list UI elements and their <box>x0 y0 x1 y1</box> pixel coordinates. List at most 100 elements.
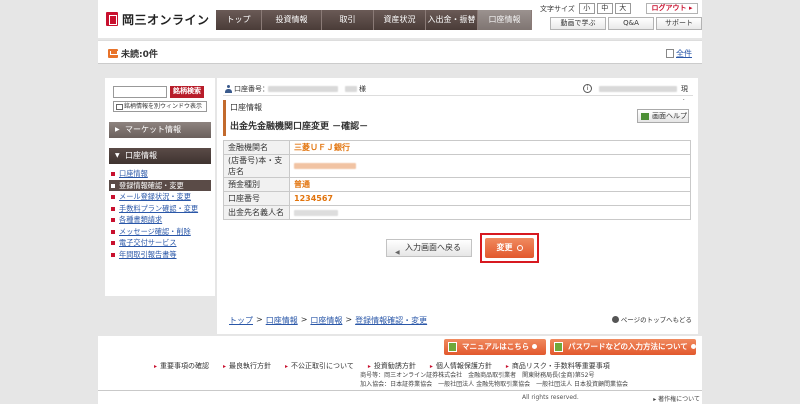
sidebar-item-0[interactable]: 口座情報 <box>109 168 211 180</box>
all-link-label: 全件 <box>676 49 692 58</box>
page: 岡三オンライン トップ 投資情報 取引 資産状況 入出金・振替 口座情報 文字サイズ 小 … <box>0 0 800 404</box>
breadcrumb-link-2[interactable]: 口座情報 <box>310 315 342 326</box>
masked-datetime <box>599 86 677 92</box>
footer-links: 重要事項の確認 最良執行方針 不公正取引について 投資勧誘方針 個人情報保護方針 商品リス… <box>154 361 610 371</box>
breadcrumb-link-3[interactable]: 登録情報確認・変更 <box>355 315 427 326</box>
sidebar-item-6[interactable]: 電子交付サービス <box>109 237 211 249</box>
sidebar-item-3[interactable]: 手数料プラン確認・変更 <box>109 203 211 215</box>
help-icon <box>641 113 649 120</box>
breadcrumb-link-1[interactable]: 口座情報 <box>266 315 298 326</box>
section-title: 口座情報 <box>230 103 262 112</box>
support-button[interactable]: サポート <box>656 17 702 30</box>
row-label: (店番号)本・支店名 <box>223 154 290 178</box>
row-label: 金融機関名 <box>223 140 290 155</box>
logo[interactable]: 岡三オンライン <box>106 10 210 28</box>
sidebar-item-1[interactable]: 登録情報確認・変更 <box>109 179 211 191</box>
footer-link-5[interactable]: 商品リスク・手数料等重要事項 <box>506 361 610 371</box>
nav-tab-0[interactable]: トップ <box>216 10 262 30</box>
mail-icon <box>108 49 118 58</box>
table-row: 預金種別 普通 <box>223 177 691 192</box>
nav-tab-5[interactable]: 口座情報 <box>478 10 532 30</box>
row-value: 三菱ＵＦＪ銀行 <box>289 140 691 155</box>
table-row: 口座番号 1234567 <box>223 191 691 206</box>
sidebar-item-5[interactable]: メッセージ確認・削除 <box>109 226 211 238</box>
confirmation-table: 金融機関名 三菱ＵＦＪ銀行 (店番号)本・支店名 預金種別 普通 口座番号 1234567 出… <box>223 140 691 220</box>
copyright-text: All rights reserved. <box>522 394 579 401</box>
info-icon[interactable]: i <box>583 84 592 93</box>
account-number-label: 口座番号： <box>234 85 269 93</box>
logout-button[interactable]: ログアウト ▸ <box>646 3 698 14</box>
document-icon <box>666 49 674 58</box>
copyright-bar: All rights reserved. ▸ 著作権について <box>98 390 702 404</box>
font-size-small-button[interactable]: 小 <box>578 3 595 14</box>
font-size-large-button[interactable]: 大 <box>614 3 631 14</box>
nav-tab-4[interactable]: 入出金・振替 <box>426 10 478 30</box>
table-row: 出金先名義人名 <box>223 205 691 220</box>
triangle-left-icon: ◀ <box>395 249 400 256</box>
go-icon <box>532 344 538 349</box>
unread-count[interactable]: 未読:0件 <box>108 47 158 60</box>
table-row: (店番号)本・支店名 <box>223 154 691 178</box>
font-size-medium-button[interactable]: 中 <box>596 3 613 14</box>
registration-line-1: 商号等：岡三オンライン証券株式会社 金融商品取引業者 関東財務局長(金商)第52… <box>360 372 595 379</box>
market-info-label: マーケット情報 <box>125 125 181 134</box>
page-title-block: 口座情報 出金先金融機関口座変更 －確認－ 画面ヘルプ <box>223 100 693 136</box>
account-bar: 口座番号： 様 i 現在 <box>223 82 693 107</box>
manual-label: マニュアルはこちら <box>462 342 530 351</box>
change-button[interactable]: 変更 <box>485 238 534 258</box>
breadcrumb: トップ > 口座情報 > 口座情報 > 登録情報確認・変更 <box>229 315 427 326</box>
back-to-input-button[interactable]: ◀ 入力画面へ戻る <box>386 239 472 257</box>
stock-search-row: 銘柄検索 <box>113 86 204 98</box>
font-size-label: 文字サイズ <box>540 4 575 13</box>
help-label: 画面ヘルプ <box>652 112 687 120</box>
footer-link-1[interactable]: 最良執行方針 <box>223 361 271 371</box>
footer-link-0[interactable]: 重要事項の確認 <box>154 361 209 371</box>
password-label: パスワードなどの入力方法について <box>568 342 688 351</box>
copyright-link[interactable]: ▸ 著作権について <box>653 394 700 403</box>
screen-help-button[interactable]: 画面ヘルプ <box>637 109 689 123</box>
row-label: 口座番号 <box>223 191 290 206</box>
footer-link-3[interactable]: 投資勧誘方針 <box>368 361 416 371</box>
honorific: 様 <box>359 85 366 93</box>
breadcrumb-separator: > <box>256 315 263 324</box>
go-icon <box>690 344 696 349</box>
chevron-right-icon: ▶ <box>115 126 120 133</box>
all-messages-link[interactable]: 全件 <box>666 48 692 59</box>
nav-tab-2[interactable]: 取引 <box>322 10 374 30</box>
change-label: 変更 <box>496 243 513 252</box>
breadcrumb-link-0[interactable]: トップ <box>229 315 253 326</box>
nav-tab-3[interactable]: 資産状況 <box>374 10 426 30</box>
book-icon <box>448 342 457 352</box>
sidebar-item-7[interactable]: 年間取引報告書等 <box>109 249 211 261</box>
nav-tab-1[interactable]: 投資情報 <box>262 10 322 30</box>
footer-link-2[interactable]: 不公正取引について <box>285 361 354 371</box>
sidebar-item-4[interactable]: 各種書類請求 <box>109 214 211 226</box>
password-help-button[interactable]: パスワードなどの入力方法について <box>550 339 696 355</box>
page-top-link[interactable]: ページのトップへもどる <box>611 314 692 324</box>
video-learn-button[interactable]: 動画で学ぶ <box>550 17 606 30</box>
breadcrumb-separator: > <box>300 315 308 324</box>
sidebar-item-2[interactable]: メール登録状況・変更 <box>109 191 211 203</box>
logout-label: ログアウト <box>651 4 687 12</box>
page-title: 出金先金融機関口座変更 －確認－ <box>230 122 369 132</box>
person-icon <box>225 85 232 93</box>
market-info-header[interactable]: ▶ マーケット情報 <box>109 122 211 138</box>
stock-window-button[interactable]: 銘柄情報を別ウィンドウ表示 <box>113 101 207 112</box>
stock-search-button[interactable]: 銘柄検索 <box>170 86 204 98</box>
masked-account-number <box>268 86 338 92</box>
row-value <box>289 154 691 178</box>
manual-button[interactable]: マニュアルはこちら <box>444 339 546 355</box>
footer-link-4[interactable]: 個人情報保護方針 <box>430 361 492 371</box>
table-row: 金融機関名 三菱ＵＦＪ銀行 <box>223 140 691 155</box>
qa-button[interactable]: Q&A <box>608 17 654 30</box>
back-label: 入力画面へ戻る <box>405 243 461 252</box>
stock-search-input[interactable] <box>113 86 167 98</box>
masked-value <box>294 209 338 216</box>
row-value <box>289 205 691 220</box>
masked-account-name <box>345 86 357 92</box>
account-info-header[interactable]: ▼ 口座情報 <box>109 148 211 164</box>
copyright-link-label: 著作権について <box>658 396 700 403</box>
footer: マニュアルはこちら パスワードなどの入力方法について 重要事項の確認 最良執行方針… <box>98 336 702 404</box>
global-nav: トップ 投資情報 取引 資産状況 入出金・振替 口座情報 <box>216 10 532 30</box>
sidebar: 銘柄検索 銘柄情報を別ウィンドウ表示 ▶ マーケット情報 ▼ 口座情報 口座情報… <box>105 78 215 296</box>
